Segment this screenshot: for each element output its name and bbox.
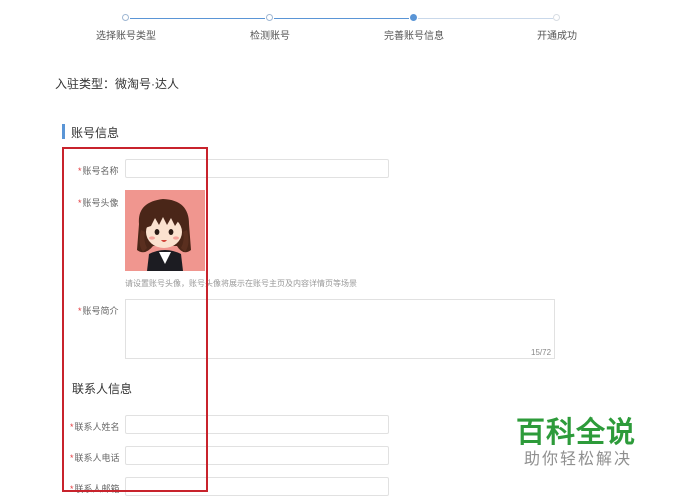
account-type-text: 入驻类型：微淘号·达人 xyxy=(55,77,179,91)
stepper-line-2 xyxy=(274,18,409,19)
section-accent-bar xyxy=(62,124,65,139)
step-2-dot xyxy=(266,14,273,21)
step-3-label: 完善账号信息 xyxy=(384,31,444,42)
stepper-line-3 xyxy=(418,18,553,19)
step-3-dot xyxy=(410,14,417,21)
step-2-label: 检测账号 xyxy=(250,31,290,42)
account-info-title: 账号信息 xyxy=(71,126,120,140)
stepper-line-1 xyxy=(130,18,265,19)
step-1-label: 选择账号类型 xyxy=(96,31,156,42)
watermark-subtitle: 助你轻松解决 xyxy=(524,451,633,468)
step-4-dot xyxy=(553,14,560,21)
highlight-annotation-box xyxy=(62,147,208,492)
step-1-dot xyxy=(122,14,129,21)
intro-char-counter: 15/72 xyxy=(531,348,552,357)
step-4-label: 开通成功 xyxy=(537,31,577,42)
